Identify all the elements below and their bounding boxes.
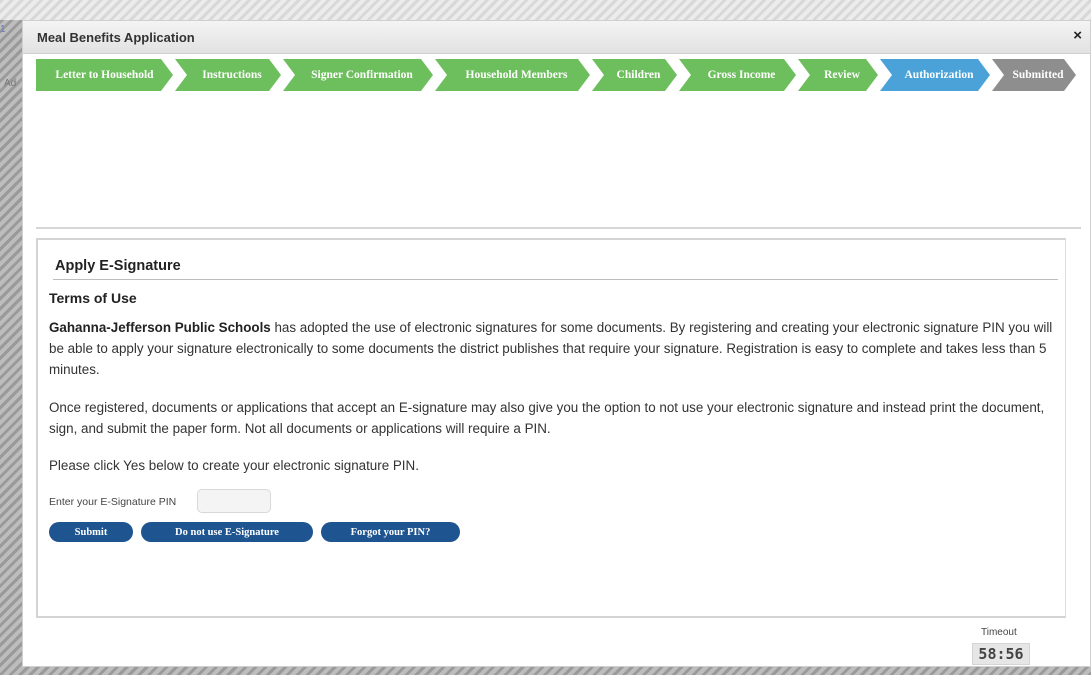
do-not-use-esignature-button[interactable]: Do not use E-Signature <box>141 522 313 542</box>
dialog-title: Meal Benefits Application <box>37 30 195 45</box>
divider <box>36 227 1081 229</box>
step-authorization[interactable]: Authorization <box>880 59 990 91</box>
step-gross-income[interactable]: Gross Income <box>679 59 796 91</box>
panel-divider <box>53 279 1058 280</box>
timeout-countdown: 58:56 <box>972 643 1030 665</box>
step-children[interactable]: Children <box>592 59 677 91</box>
panel-title: Apply E-Signature <box>55 258 181 274</box>
background-text-2: Ad <box>4 78 17 89</box>
step-signer-confirmation[interactable]: Signer Confirmation <box>283 59 433 91</box>
terms-heading: Terms of Use <box>49 290 137 306</box>
background-text: 1 <box>0 24 6 35</box>
meal-benefits-dialog: Meal Benefits Application × Letter to Ho… <box>22 20 1091 667</box>
timeout-label: Timeout <box>981 627 1017 638</box>
step-instructions[interactable]: Instructions <box>175 59 281 91</box>
terms-paragraph-1: Gahanna-Jefferson Public Schools has ado… <box>49 317 1054 380</box>
step-household-members[interactable]: Household Members <box>435 59 590 91</box>
forgot-pin-button[interactable]: Forgot your PIN? <box>321 522 460 542</box>
terms-paragraph-2: Once registered, documents or applicatio… <box>49 400 1045 436</box>
esignature-pin-input[interactable] <box>197 489 271 513</box>
step-letter-to-household[interactable]: Letter to Household <box>36 59 173 91</box>
submit-button[interactable]: Submit <box>49 522 133 542</box>
district-name: Gahanna-Jefferson Public Schools <box>49 320 271 335</box>
progress-steps: Letter to Household Instructions Signer … <box>36 59 1076 91</box>
dialog-titlebar: Meal Benefits Application × <box>23 21 1090 54</box>
step-submitted[interactable]: Submitted <box>992 59 1076 91</box>
terms-paragraph-3: Please click Yes below to create your el… <box>49 458 419 473</box>
step-review[interactable]: Review <box>798 59 878 91</box>
background-strip <box>0 0 1091 20</box>
pin-label: Enter your E-Signature PIN <box>49 496 177 508</box>
esignature-panel: Apply E-Signature Terms of Use Gahanna-J… <box>36 238 1066 618</box>
close-icon[interactable]: × <box>1073 27 1082 45</box>
